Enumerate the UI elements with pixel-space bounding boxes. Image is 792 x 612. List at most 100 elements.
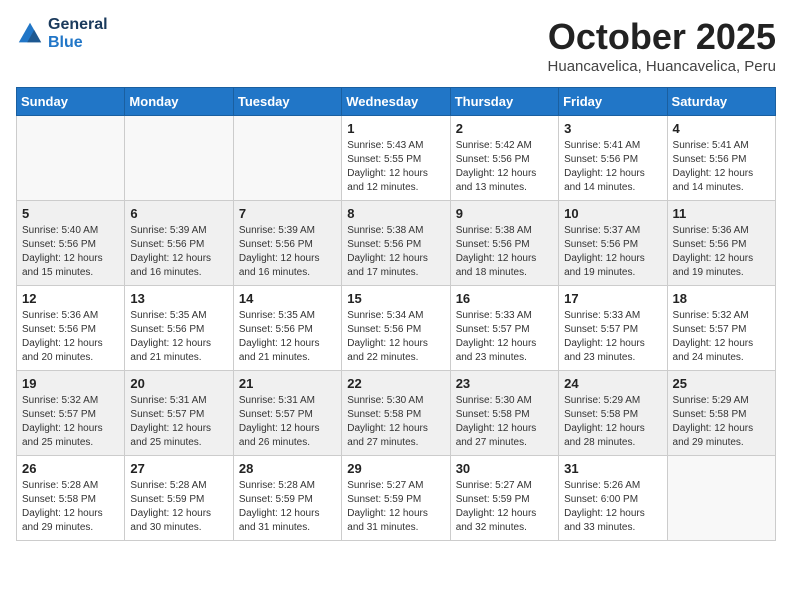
day-info: Sunrise: 5:43 AMSunset: 5:55 PMDaylight:… [347, 139, 444, 195]
day-number: 21 [239, 376, 336, 391]
calendar-cell: 15 Sunrise: 5:34 AMSunset: 5:56 PMDayligh… [342, 286, 450, 371]
calendar-cell: 2 Sunrise: 5:42 AMSunset: 5:56 PMDaylight… [450, 116, 558, 201]
day-number: 17 [564, 291, 661, 306]
week-row-3: 12 Sunrise: 5:36 AMSunset: 5:56 PMDayligh… [17, 286, 776, 371]
day-info: Sunrise: 5:26 AMSunset: 6:00 PMDaylight:… [564, 479, 661, 535]
day-info: Sunrise: 5:28 AMSunset: 5:58 PMDaylight:… [22, 479, 119, 535]
calendar-cell: 12 Sunrise: 5:36 AMSunset: 5:56 PMDayligh… [17, 286, 125, 371]
day-info: Sunrise: 5:36 AMSunset: 5:56 PMDaylight:… [22, 309, 119, 365]
title-block: October 2025 Huancavelica, Huancavelica,… [548, 16, 776, 75]
day-number: 14 [239, 291, 336, 306]
day-info: Sunrise: 5:33 AMSunset: 5:57 PMDaylight:… [456, 309, 553, 365]
logo-text: General Blue [48, 16, 108, 51]
calendar-cell: 25 Sunrise: 5:29 AMSunset: 5:58 PMDayligh… [667, 371, 775, 456]
day-info: Sunrise: 5:39 AMSunset: 5:56 PMDaylight:… [130, 224, 227, 280]
day-number: 30 [456, 461, 553, 476]
day-number: 16 [456, 291, 553, 306]
day-number: 28 [239, 461, 336, 476]
calendar-cell: 26 Sunrise: 5:28 AMSunset: 5:58 PMDayligh… [17, 456, 125, 541]
logo-icon [16, 20, 44, 48]
week-row-2: 5Sunrise: 5:40 AMSunset: 5:56 PMDaylight… [17, 201, 776, 286]
day-number: 4 [673, 121, 770, 136]
day-info: Sunrise: 5:27 AMSunset: 5:59 PMDaylight:… [347, 479, 444, 535]
day-number: 13 [130, 291, 227, 306]
week-row-5: 26 Sunrise: 5:28 AMSunset: 5:58 PMDayligh… [17, 456, 776, 541]
day-number: 24 [564, 376, 661, 391]
calendar-cell: 4 Sunrise: 5:41 AMSunset: 5:56 PMDaylight… [667, 116, 775, 201]
day-info: Sunrise: 5:30 AMSunset: 5:58 PMDaylight:… [347, 394, 444, 450]
day-info: Sunrise: 5:42 AMSunset: 5:56 PMDaylight:… [456, 139, 553, 195]
calendar-cell: 3 Sunrise: 5:41 AMSunset: 5:56 PMDaylight… [559, 116, 667, 201]
weekday-header-thursday: Thursday [450, 88, 558, 116]
weekday-header-wednesday: Wednesday [342, 88, 450, 116]
calendar-cell: 13 Sunrise: 5:35 AMSunset: 5:56 PMDayligh… [125, 286, 233, 371]
day-info: Sunrise: 5:39 AMSunset: 5:56 PMDaylight:… [239, 224, 336, 280]
week-row-4: 19Sunrise: 5:32 AMSunset: 5:57 PMDayligh… [17, 371, 776, 456]
weekday-header-saturday: Saturday [667, 88, 775, 116]
calendar-cell: 18 Sunrise: 5:32 AMSunset: 5:57 PMDayligh… [667, 286, 775, 371]
day-number: 29 [347, 461, 444, 476]
day-info: Sunrise: 5:38 AMSunset: 5:56 PMDaylight:… [456, 224, 553, 280]
day-info: Sunrise: 5:37 AMSunset: 5:56 PMDaylight:… [564, 224, 661, 280]
day-info: Sunrise: 5:33 AMSunset: 5:57 PMDaylight:… [564, 309, 661, 365]
calendar-cell [17, 116, 125, 201]
day-info: Sunrise: 5:31 AMSunset: 5:57 PMDaylight:… [239, 394, 336, 450]
logo: General Blue [16, 16, 108, 51]
day-info: Sunrise: 5:31 AMSunset: 5:57 PMDaylight:… [130, 394, 227, 450]
calendar-cell: 31Sunrise: 5:26 AMSunset: 6:00 PMDayligh… [559, 456, 667, 541]
day-info: Sunrise: 5:35 AMSunset: 5:56 PMDaylight:… [130, 309, 227, 365]
day-info: Sunrise: 5:29 AMSunset: 5:58 PMDaylight:… [673, 394, 770, 450]
calendar-cell: 22 Sunrise: 5:30 AMSunset: 5:58 PMDayligh… [342, 371, 450, 456]
month-title: October 2025 [548, 16, 776, 58]
day-info: Sunrise: 5:27 AMSunset: 5:59 PMDaylight:… [456, 479, 553, 535]
calendar-cell: 21 Sunrise: 5:31 AMSunset: 5:57 PMDayligh… [233, 371, 341, 456]
calendar-cell: 17 Sunrise: 5:33 AMSunset: 5:57 PMDayligh… [559, 286, 667, 371]
day-info: Sunrise: 5:36 AMSunset: 5:56 PMDaylight:… [673, 224, 770, 280]
day-number: 9 [456, 206, 553, 221]
day-number: 12 [22, 291, 119, 306]
calendar-cell: 29 Sunrise: 5:27 AMSunset: 5:59 PMDayligh… [342, 456, 450, 541]
calendar-cell [125, 116, 233, 201]
calendar-cell: 14 Sunrise: 5:35 AMSunset: 5:56 PMDayligh… [233, 286, 341, 371]
calendar-cell: 23 Sunrise: 5:30 AMSunset: 5:58 PMDayligh… [450, 371, 558, 456]
calendar-cell: 27 Sunrise: 5:28 AMSunset: 5:59 PMDayligh… [125, 456, 233, 541]
day-number: 26 [22, 461, 119, 476]
day-info: Sunrise: 5:28 AMSunset: 5:59 PMDaylight:… [239, 479, 336, 535]
weekday-header-monday: Monday [125, 88, 233, 116]
calendar-table: SundayMondayTuesdayWednesdayThursdayFrid… [16, 87, 776, 541]
day-number: 11 [673, 206, 770, 221]
weekday-header-friday: Friday [559, 88, 667, 116]
day-number: 22 [347, 376, 444, 391]
calendar-cell: 30 Sunrise: 5:27 AMSunset: 5:59 PMDayligh… [450, 456, 558, 541]
day-number: 10 [564, 206, 661, 221]
calendar-cell: 5Sunrise: 5:40 AMSunset: 5:56 PMDaylight… [17, 201, 125, 286]
calendar-cell: 10 Sunrise: 5:37 AMSunset: 5:56 PMDayligh… [559, 201, 667, 286]
day-number: 1 [347, 121, 444, 136]
day-info: Sunrise: 5:34 AMSunset: 5:56 PMDaylight:… [347, 309, 444, 365]
day-number: 25 [673, 376, 770, 391]
day-number: 23 [456, 376, 553, 391]
calendar-cell: 19Sunrise: 5:32 AMSunset: 5:57 PMDayligh… [17, 371, 125, 456]
day-number: 5 [22, 206, 119, 221]
day-info: Sunrise: 5:41 AMSunset: 5:56 PMDaylight:… [564, 139, 661, 195]
day-number: 18 [673, 291, 770, 306]
calendar-cell: 28 Sunrise: 5:28 AMSunset: 5:59 PMDayligh… [233, 456, 341, 541]
day-number: 27 [130, 461, 227, 476]
day-number: 3 [564, 121, 661, 136]
calendar-cell [667, 456, 775, 541]
weekday-header-tuesday: Tuesday [233, 88, 341, 116]
calendar-cell [233, 116, 341, 201]
day-info: Sunrise: 5:32 AMSunset: 5:57 PMDaylight:… [22, 394, 119, 450]
day-info: Sunrise: 5:35 AMSunset: 5:56 PMDaylight:… [239, 309, 336, 365]
day-info: Sunrise: 5:28 AMSunset: 5:59 PMDaylight:… [130, 479, 227, 535]
calendar-cell: 20Sunrise: 5:31 AMSunset: 5:57 PMDayligh… [125, 371, 233, 456]
day-number: 2 [456, 121, 553, 136]
calendar-cell: 1 Sunrise: 5:43 AMSunset: 5:55 PMDaylight… [342, 116, 450, 201]
calendar-cell: 9 Sunrise: 5:38 AMSunset: 5:56 PMDaylight… [450, 201, 558, 286]
day-info: Sunrise: 5:30 AMSunset: 5:58 PMDaylight:… [456, 394, 553, 450]
week-row-1: 1 Sunrise: 5:43 AMSunset: 5:55 PMDaylight… [17, 116, 776, 201]
day-number: 15 [347, 291, 444, 306]
calendar-cell: 8Sunrise: 5:38 AMSunset: 5:56 PMDaylight… [342, 201, 450, 286]
day-info: Sunrise: 5:41 AMSunset: 5:56 PMDaylight:… [673, 139, 770, 195]
day-info: Sunrise: 5:32 AMSunset: 5:57 PMDaylight:… [673, 309, 770, 365]
